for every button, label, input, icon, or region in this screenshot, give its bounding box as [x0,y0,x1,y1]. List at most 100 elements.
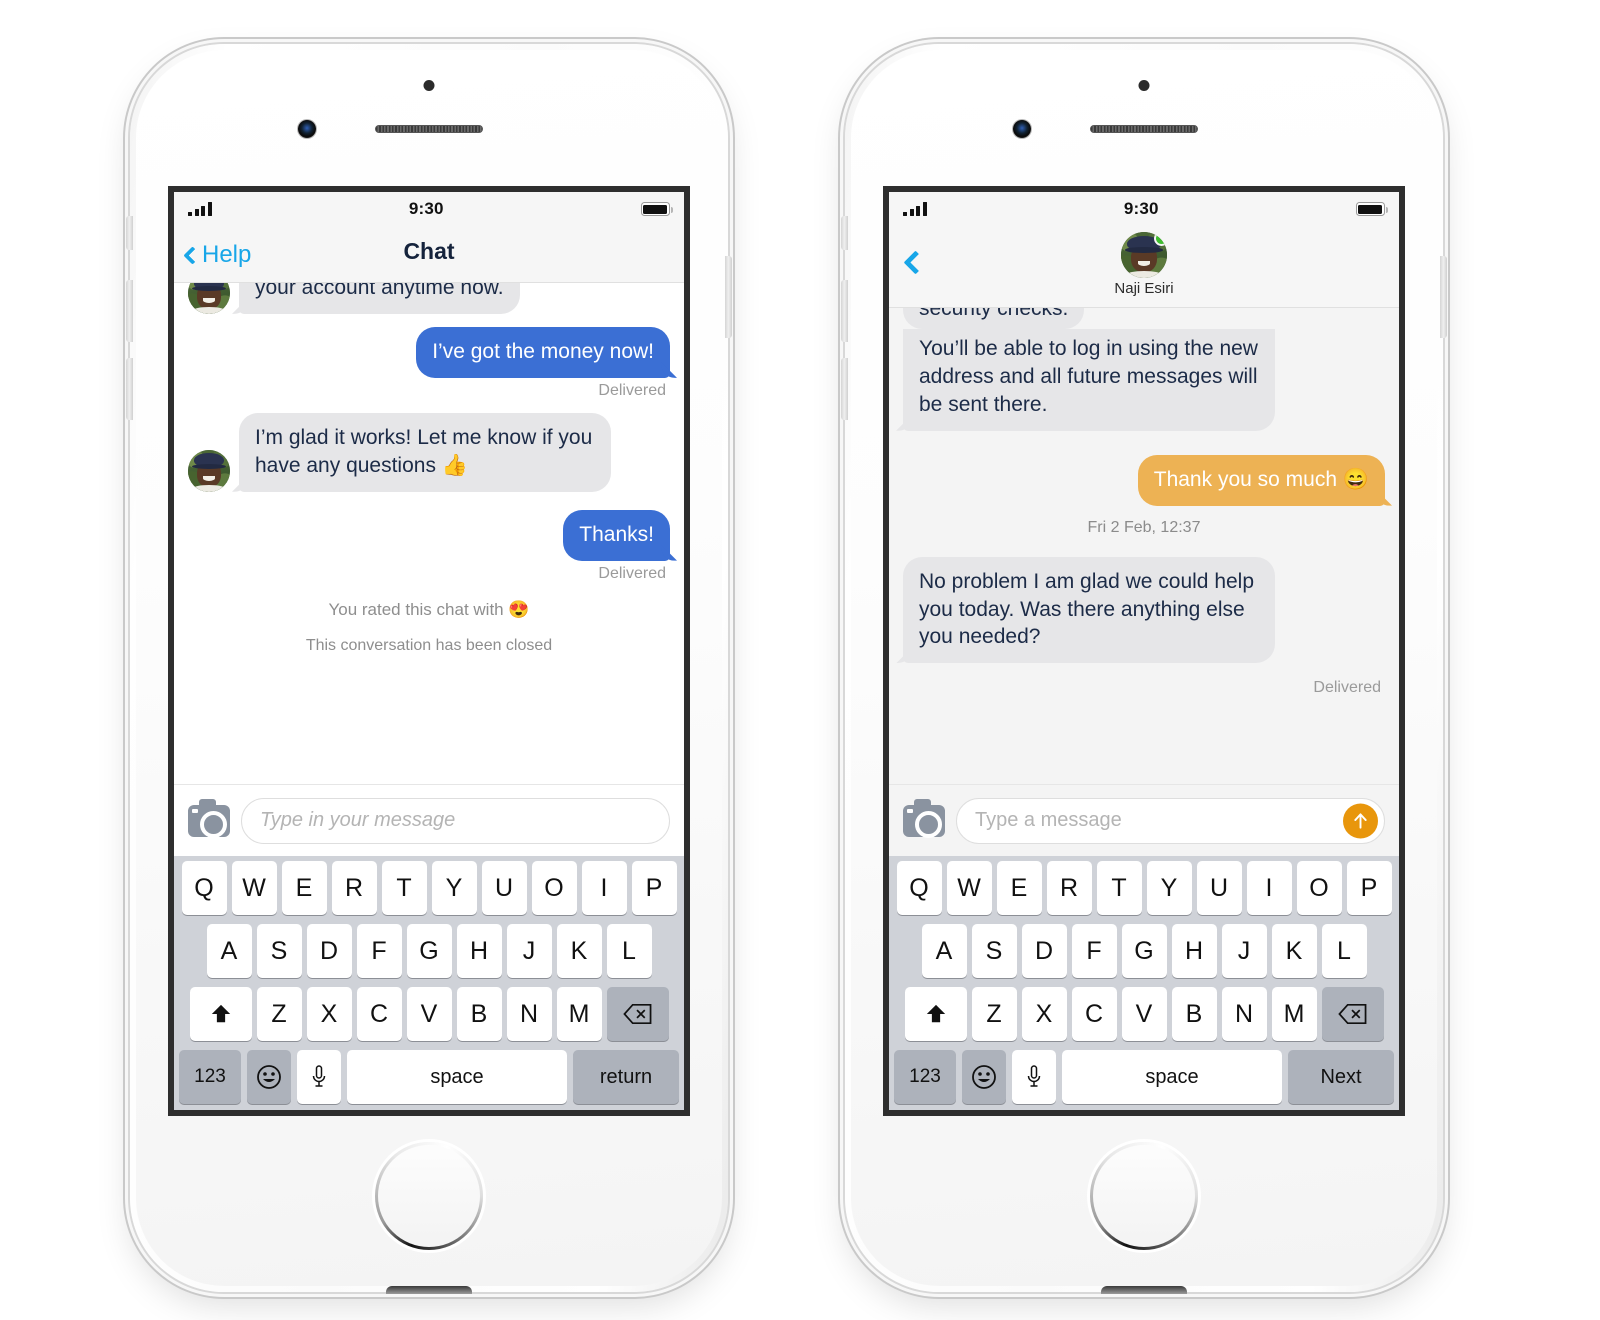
shift-key[interactable] [904,987,967,1041]
mute-switch[interactable] [841,216,848,250]
key-m[interactable]: M [1271,987,1317,1041]
battery-full-icon [640,202,673,216]
key-t[interactable]: T [381,861,427,915]
key-d[interactable]: D [306,924,352,978]
key-l[interactable]: L [1321,924,1367,978]
key-t[interactable]: T [1096,861,1142,915]
key-s[interactable]: S [256,924,302,978]
home-button[interactable] [375,1142,483,1250]
key-b[interactable]: B [456,987,502,1041]
camera-icon[interactable] [903,798,945,838]
key-p[interactable]: P [1346,861,1392,915]
key-k[interactable]: K [1271,924,1317,978]
numbers-key[interactable]: 123 [894,1050,956,1104]
numbers-key[interactable]: 123 [179,1050,241,1104]
power-button[interactable] [1440,256,1447,338]
key-h[interactable]: H [456,924,502,978]
keyboard-left[interactable]: Q W E R T Y U O I P A S D F G H J K L Z … [174,856,684,1110]
key-q[interactable]: Q [896,861,942,915]
key-a[interactable]: A [206,924,252,978]
key-v[interactable]: V [406,987,452,1041]
key-z[interactable]: Z [256,987,302,1041]
key-c[interactable]: C [1071,987,1117,1041]
message-bubble-incoming: I’m glad it works! Let me know if you ha… [239,412,611,492]
message-input-bar-left: Type in your message [174,784,684,856]
key-a[interactable]: A [921,924,967,978]
key-x[interactable]: X [1021,987,1067,1041]
key-l[interactable]: L [606,924,652,978]
message-bubble-outgoing: I’ve got the money now! [416,326,670,378]
volume-up-button[interactable] [126,280,133,342]
key-j[interactable]: J [506,924,552,978]
key-x[interactable]: X [306,987,352,1041]
volume-down-button[interactable] [841,358,848,420]
send-button[interactable] [1343,803,1378,838]
key-n[interactable]: N [1221,987,1267,1041]
key-f[interactable]: F [356,924,402,978]
shift-key[interactable] [189,987,252,1041]
key-u[interactable]: U [481,861,527,915]
key-r[interactable]: R [331,861,377,915]
backspace-key[interactable] [1321,987,1384,1041]
key-h[interactable]: H [1171,924,1217,978]
volume-down-button[interactable] [126,358,133,420]
dictation-key[interactable] [297,1050,341,1104]
message-row: No problem I am glad we could help you t… [889,556,1399,664]
emoji-key[interactable] [247,1050,291,1104]
space-key[interactable]: space [1062,1050,1282,1104]
emoji-key[interactable] [962,1050,1006,1104]
key-m[interactable]: M [556,987,602,1041]
key-b[interactable]: B [1171,987,1217,1041]
backspace-icon [623,1003,652,1025]
key-y[interactable]: Y [431,861,477,915]
key-o[interactable]: O [1296,861,1342,915]
key-k[interactable]: K [556,924,602,978]
keyboard-row-1: Q W E R T Y U I O P [892,861,1396,915]
key-y[interactable]: Y [1146,861,1192,915]
key-r[interactable]: R [1046,861,1092,915]
key-v[interactable]: V [1121,987,1167,1041]
key-g[interactable]: G [406,924,452,978]
key-c[interactable]: C [356,987,402,1041]
volume-up-button[interactable] [841,280,848,342]
avatar [188,283,230,314]
camera-icon[interactable] [188,798,230,838]
keyboard-right[interactable]: Q W E R T Y U I O P A S D F G H J K L Z … [889,856,1399,1110]
key-z[interactable]: Z [971,987,1017,1041]
power-button[interactable] [725,256,732,338]
next-key[interactable]: Next [1288,1050,1394,1104]
space-key[interactable]: space [347,1050,567,1104]
key-s[interactable]: S [971,924,1017,978]
message-input-left[interactable]: Type in your message [241,797,670,844]
key-n[interactable]: N [506,987,552,1041]
peer-header[interactable]: Naji Esiri [889,232,1399,297]
key-i[interactable]: I [581,861,627,915]
input-placeholder: Type a message [975,809,1122,831]
proximity-sensor-icon [1138,80,1150,91]
key-i[interactable]: I [1246,861,1292,915]
key-w[interactable]: W [946,861,992,915]
key-w[interactable]: W [231,861,277,915]
key-f[interactable]: F [1071,924,1117,978]
message-row: security checks. [889,308,1399,329]
message-input-right[interactable]: Type a message [956,797,1385,844]
mute-switch[interactable] [126,216,133,250]
backspace-key[interactable] [606,987,669,1041]
screenshot-stage: 9:30 Help Chat your account anytime now. [0,0,1600,1320]
key-g[interactable]: G [1121,924,1167,978]
dictation-key[interactable] [1012,1050,1056,1104]
key-u[interactable]: U [1196,861,1242,915]
key-p[interactable]: P [631,861,677,915]
conversation-right[interactable]: security checks. You’ll be able to log i… [889,308,1399,784]
backspace-icon [1338,1003,1367,1025]
key-j[interactable]: J [1221,924,1267,978]
conversation-left[interactable]: your account anytime now. I’ve got the m… [174,283,684,784]
key-q[interactable]: Q [181,861,227,915]
return-key[interactable]: return [573,1050,679,1104]
home-button[interactable] [1090,1142,1198,1250]
key-o[interactable]: O [531,861,577,915]
message-timestamp: Fri 2 Feb, 12:37 [1087,518,1201,536]
key-e[interactable]: E [281,861,327,915]
key-e[interactable]: E [996,861,1042,915]
key-d[interactable]: D [1021,924,1067,978]
